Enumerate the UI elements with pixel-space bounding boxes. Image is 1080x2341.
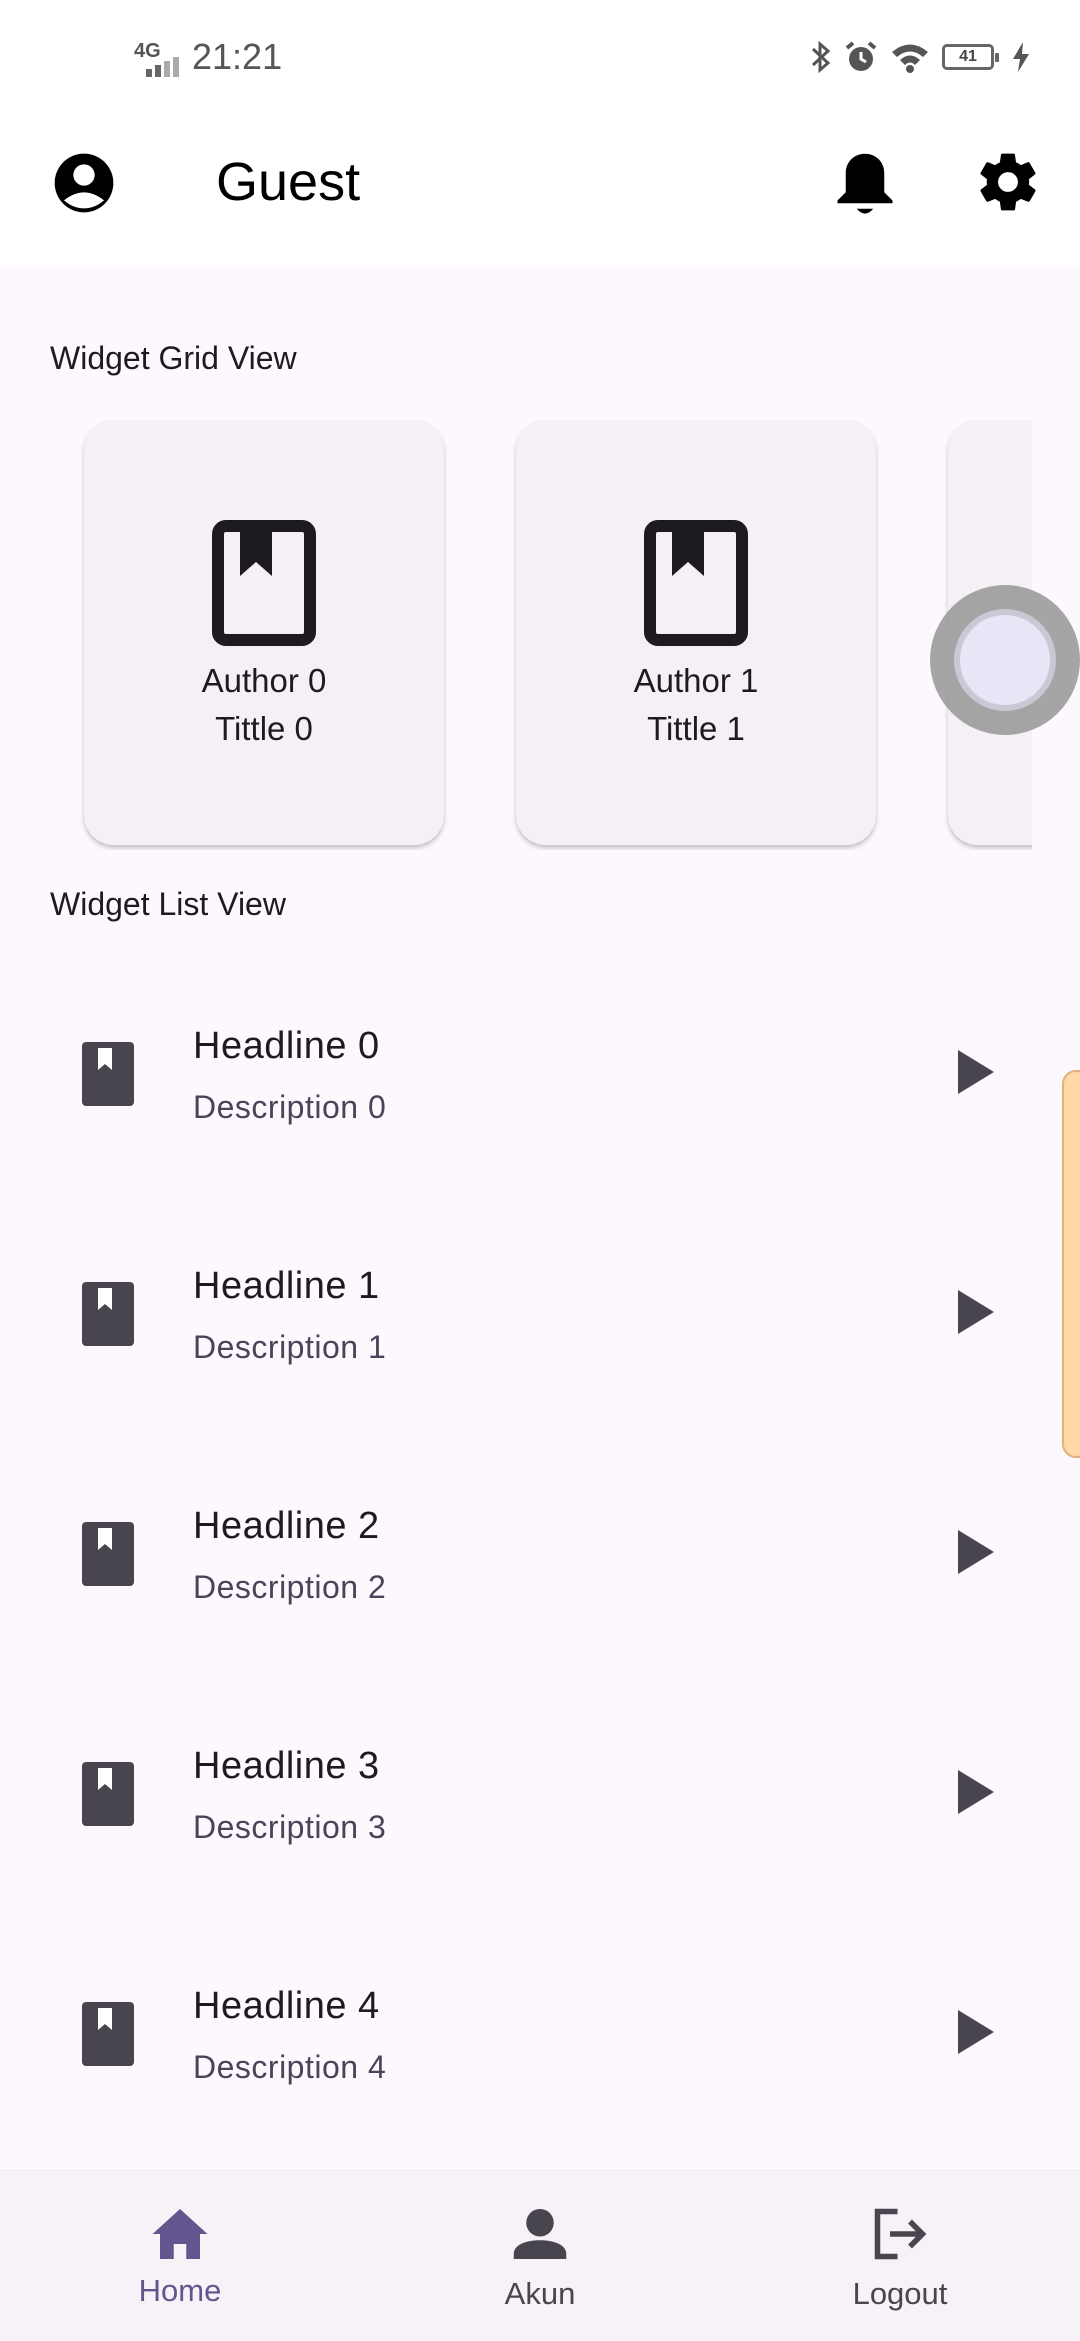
person-icon <box>513 2209 567 2259</box>
nav-logout-label: Logout <box>852 2276 948 2311</box>
book-icon <box>82 1282 134 1346</box>
alarm-icon <box>845 41 877 71</box>
play-arrow-icon[interactable] <box>958 1530 994 1574</box>
nav-logout[interactable]: Logout <box>720 2171 1080 2341</box>
nav-akun[interactable]: Akun <box>360 2171 720 2341</box>
app-bar: Guest <box>0 120 1080 265</box>
status-icons: 41 <box>810 40 1030 74</box>
book-icon <box>82 1762 134 1826</box>
nav-home[interactable]: Home <box>0 2171 360 2341</box>
list-item[interactable]: Headline 2 Description 2 <box>0 1432 1060 1672</box>
play-arrow-icon[interactable] <box>958 1290 994 1334</box>
book-icon <box>212 520 316 646</box>
book-icon <box>82 1042 134 1106</box>
notification-bell-icon[interactable] <box>832 148 898 220</box>
card-title: Tittle 0 <box>215 710 313 747</box>
play-arrow-icon[interactable] <box>958 1050 994 1094</box>
list-description: Description 2 <box>193 1569 387 1605</box>
battery-icon: 41 <box>942 44 999 70</box>
account-circle-icon[interactable] <box>52 151 116 215</box>
nav-home-label: Home <box>138 2273 222 2308</box>
status-bar: 4G 21:21 41 <box>0 0 1080 120</box>
list-headline: Headline 2 <box>193 1505 380 1547</box>
list-description: Description 1 <box>193 1329 387 1365</box>
list-section-label: Widget List View <box>50 886 286 922</box>
play-arrow-icon[interactable] <box>958 1770 994 1814</box>
signal-icon <box>146 57 179 77</box>
list-description: Description 4 <box>193 2049 387 2085</box>
nav-akun-label: Akun <box>504 2276 576 2311</box>
grid-section-label: Widget Grid View <box>50 340 297 376</box>
page-title: Guest <box>216 152 361 212</box>
list-headline: Headline 3 <box>193 1745 380 1787</box>
list-item[interactable]: Headline 1 Description 1 <box>0 1192 1060 1432</box>
card-author: Author 1 <box>633 662 759 699</box>
card-author: Author 0 <box>201 662 327 699</box>
wifi-icon <box>892 44 928 73</box>
grid-card[interactable]: Author 0 Tittle 0 <box>84 420 444 845</box>
list-description: Description 0 <box>193 1089 387 1125</box>
status-time: 21:21 <box>192 36 283 77</box>
list-item[interactable]: Headline 3 Description 3 <box>0 1672 1060 1912</box>
play-arrow-icon[interactable] <box>958 2010 994 2054</box>
card-title: Tittle 1 <box>647 710 745 747</box>
bottom-navigation: Home Akun Logout <box>0 2170 1080 2340</box>
list-description: Description 3 <box>193 1809 387 1845</box>
charging-icon <box>1013 42 1029 72</box>
book-icon <box>82 1522 134 1586</box>
touch-indicator <box>930 585 1080 735</box>
grid-card[interactable]: Author 1 Tittle 1 <box>516 420 876 845</box>
home-icon <box>152 2209 208 2259</box>
list-item[interactable]: Headline 4 Description 4 <box>0 1912 1060 2152</box>
book-icon <box>644 520 748 646</box>
settings-gear-icon[interactable] <box>974 148 1042 216</box>
widget-grid[interactable]: Author 0 Tittle 0 Author 1 Tittle 1 <box>0 420 1032 850</box>
list-headline: Headline 0 <box>193 1025 380 1067</box>
list-headline: Headline 4 <box>193 1985 380 2027</box>
book-icon <box>82 2002 134 2066</box>
scrollbar-thumb[interactable] <box>1062 1070 1080 1458</box>
bluetooth-icon <box>811 40 831 74</box>
list-headline: Headline 1 <box>193 1265 380 1307</box>
logout-icon <box>874 2208 927 2260</box>
list-item[interactable]: Headline 0 Description 0 <box>0 952 1060 1192</box>
